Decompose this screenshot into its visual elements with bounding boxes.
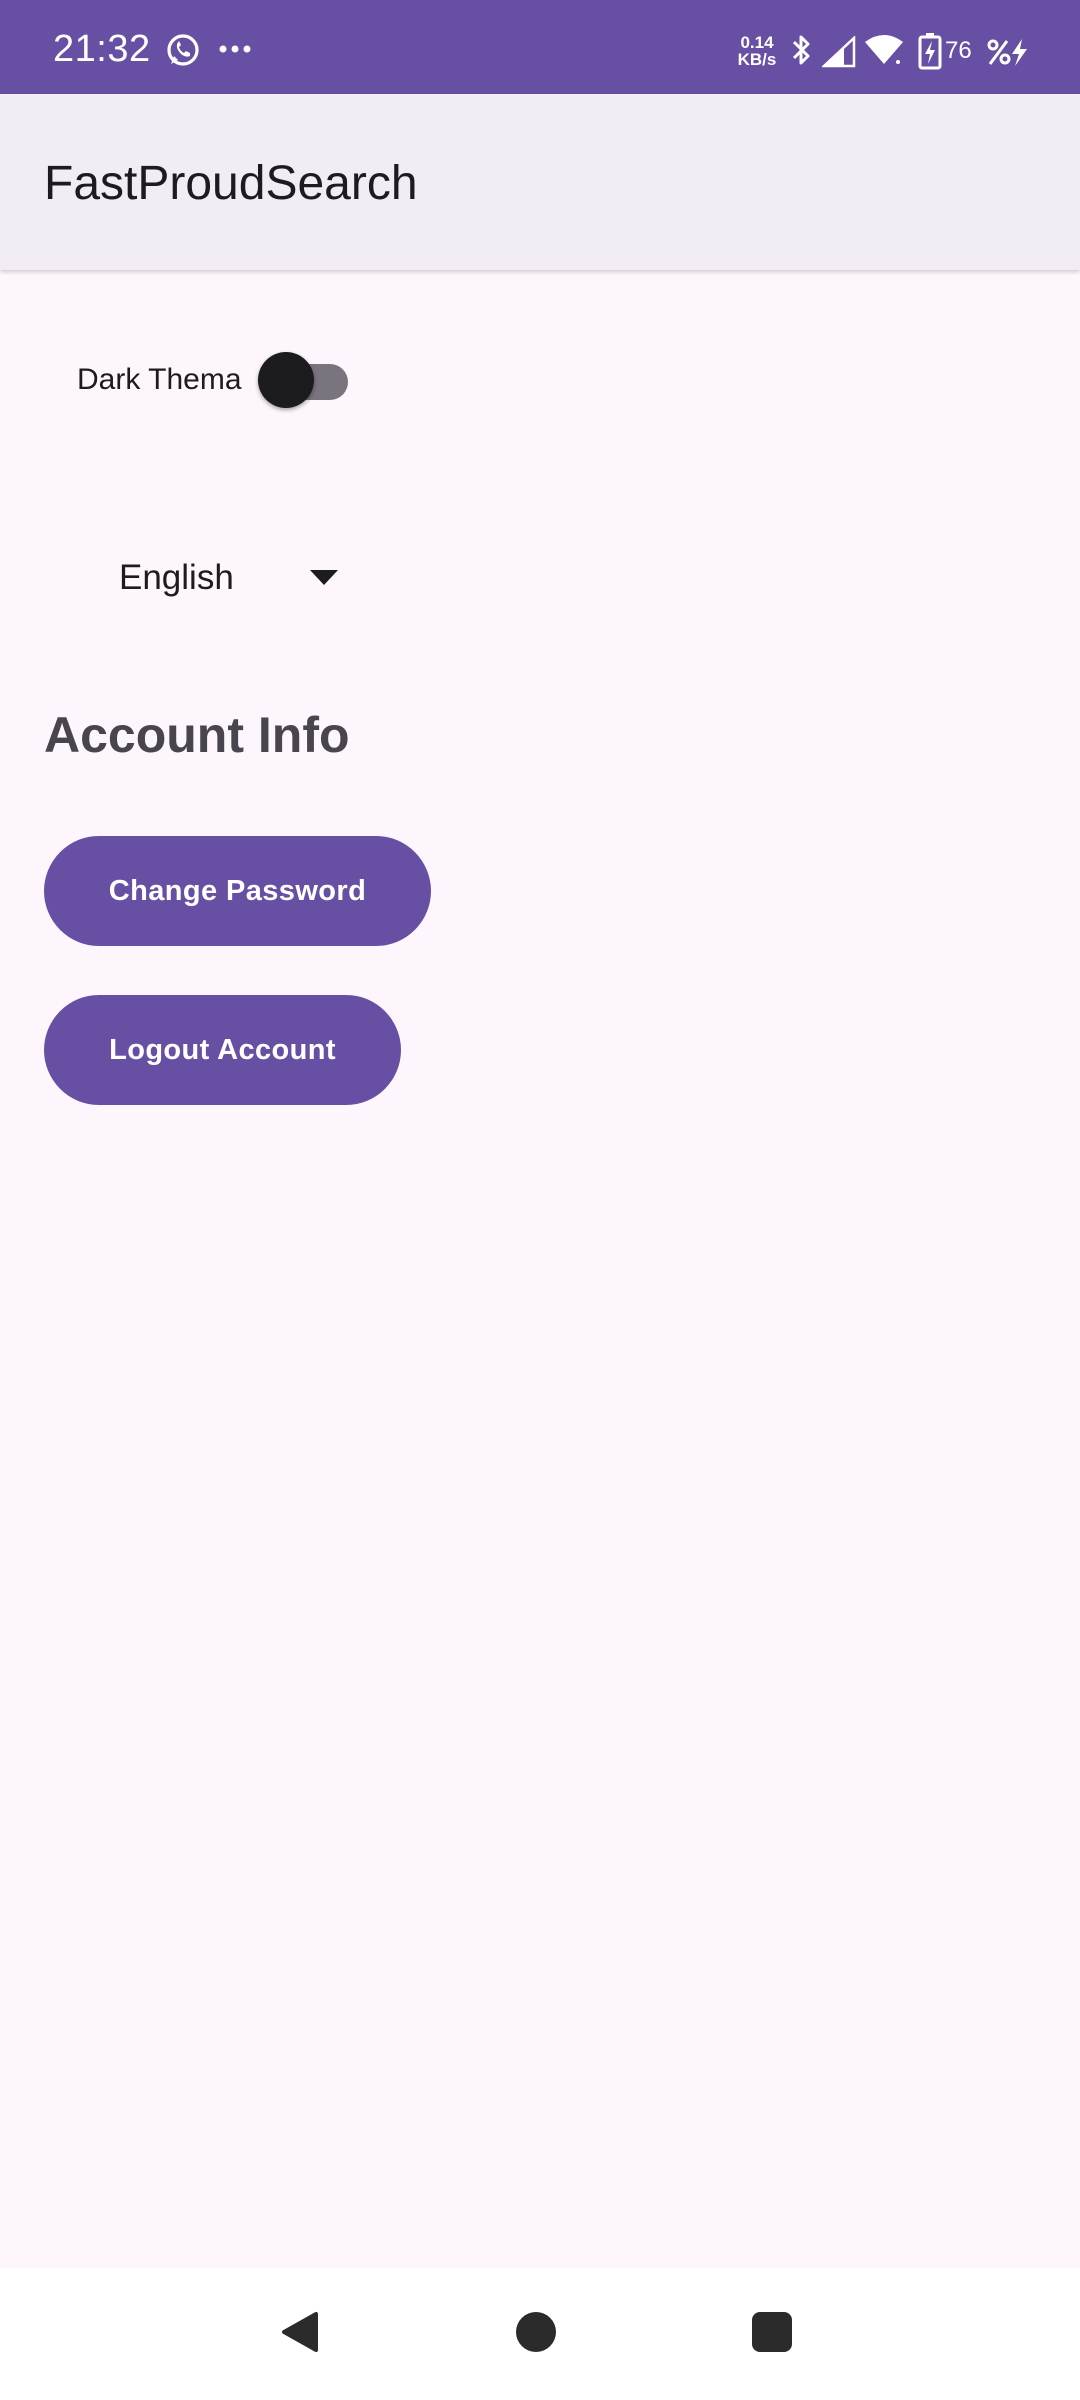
app-title: FastProudSearch [44,157,418,210]
account-info-heading: Account Info [44,707,350,763]
dark-theme-switch[interactable] [258,352,350,408]
language-selected-value: English [119,558,234,597]
dropdown-arrow-icon [310,570,338,585]
more-icon [219,45,251,53]
status-time: 21:32 [53,28,151,70]
status-bar: 21:32 0.14 KB/s 76 [0,0,1080,94]
app-bar: FastProudSearch [0,94,1080,270]
recents-icon[interactable] [750,2310,794,2354]
switch-thumb [258,352,314,408]
battery-icon [918,33,942,70]
navigation-bar [0,2268,1080,2400]
network-speed-value: 0.14 [740,33,774,52]
battery-level: 76 [945,37,972,64]
back-icon[interactable] [276,2308,324,2356]
logout-account-button[interactable]: Logout Account [44,995,401,1105]
language-dropdown[interactable]: English [100,540,360,616]
network-speed: 0.14 KB/s [734,34,780,68]
bluetooth-icon [792,35,810,65]
home-icon[interactable] [514,2310,558,2354]
change-password-button[interactable]: Change Password [44,836,431,946]
whatsapp-icon [167,34,199,66]
charging-icon [987,39,1027,66]
dark-theme-label: Dark Thema [77,363,242,396]
network-speed-unit: KB/s [737,50,777,69]
signal-icon [822,36,856,68]
wifi-icon [865,35,903,64]
